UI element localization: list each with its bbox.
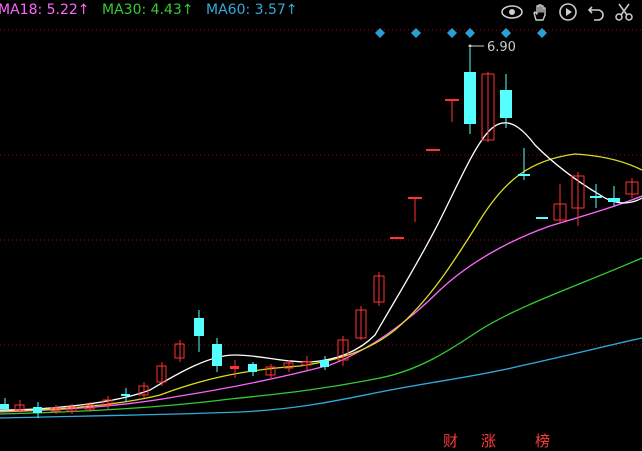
candle[interactable] <box>518 148 530 180</box>
candle[interactable] <box>571 172 585 226</box>
candle[interactable] <box>265 364 276 378</box>
candle[interactable] <box>373 272 385 306</box>
candle[interactable] <box>230 360 239 378</box>
candle[interactable] <box>536 217 548 219</box>
candle[interactable] <box>248 362 257 376</box>
candle[interactable] <box>212 338 222 372</box>
high-marker-label: 6.90 <box>487 40 516 55</box>
candle[interactable] <box>481 72 495 142</box>
candle[interactable] <box>156 362 167 386</box>
bottom-tag-zhang[interactable]: 涨 <box>481 430 496 451</box>
ma18-line <box>0 195 642 413</box>
kline-chart[interactable]: 6.90 <box>0 0 642 451</box>
ma-lines <box>0 122 642 419</box>
candle[interactable] <box>426 149 440 151</box>
candle[interactable] <box>102 396 113 410</box>
bottom-tag-cai[interactable]: 财 <box>443 430 458 451</box>
candle[interactable] <box>590 184 602 208</box>
candle[interactable] <box>194 310 204 352</box>
candle[interactable] <box>320 356 329 370</box>
candle[interactable] <box>33 402 42 418</box>
candle[interactable] <box>500 74 512 128</box>
candle[interactable] <box>121 388 130 402</box>
candle[interactable] <box>408 197 422 222</box>
candle[interactable] <box>553 184 567 222</box>
candle[interactable] <box>445 99 459 122</box>
candle[interactable] <box>355 306 367 340</box>
ma10-line <box>0 153 642 412</box>
ma30-line <box>0 257 642 415</box>
candle[interactable] <box>625 178 639 198</box>
event-diamond[interactable] <box>537 28 547 38</box>
candle[interactable] <box>464 48 476 134</box>
high-marker: 6.90 <box>468 40 516 55</box>
candle[interactable] <box>301 356 312 370</box>
bottom-tag-bang[interactable]: 榜 <box>535 430 550 451</box>
event-diamond[interactable] <box>465 28 475 38</box>
candle[interactable] <box>138 382 149 398</box>
candle[interactable] <box>390 237 404 239</box>
candle[interactable] <box>174 340 185 362</box>
event-diamond[interactable] <box>501 28 511 38</box>
